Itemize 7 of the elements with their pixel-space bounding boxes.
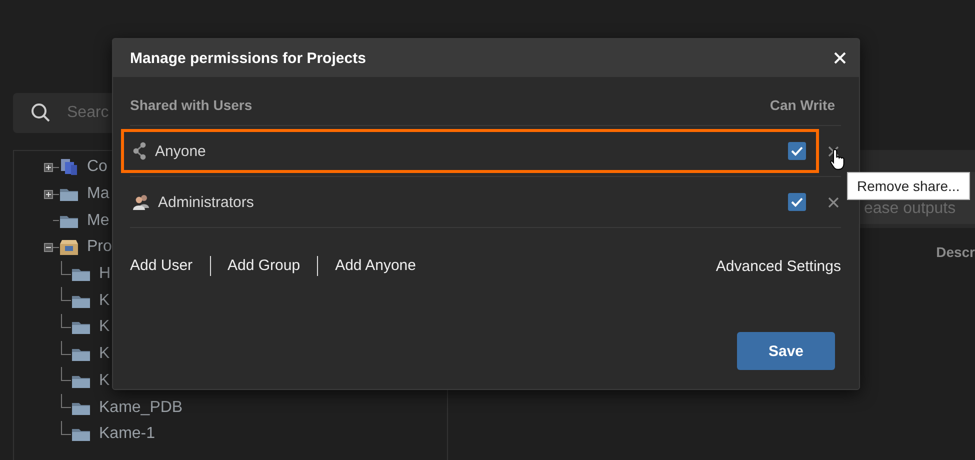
- column-header: Can Write: [770, 97, 835, 113]
- column-header: Shared with Users: [130, 97, 252, 113]
- share-name: Anyone: [155, 142, 207, 160]
- dialog-title: Manage permissions for Projects: [130, 50, 366, 66]
- tooltip: Remove share...: [847, 172, 970, 200]
- share-name: Administrators: [158, 194, 255, 210]
- column-header: Descr: [936, 244, 975, 260]
